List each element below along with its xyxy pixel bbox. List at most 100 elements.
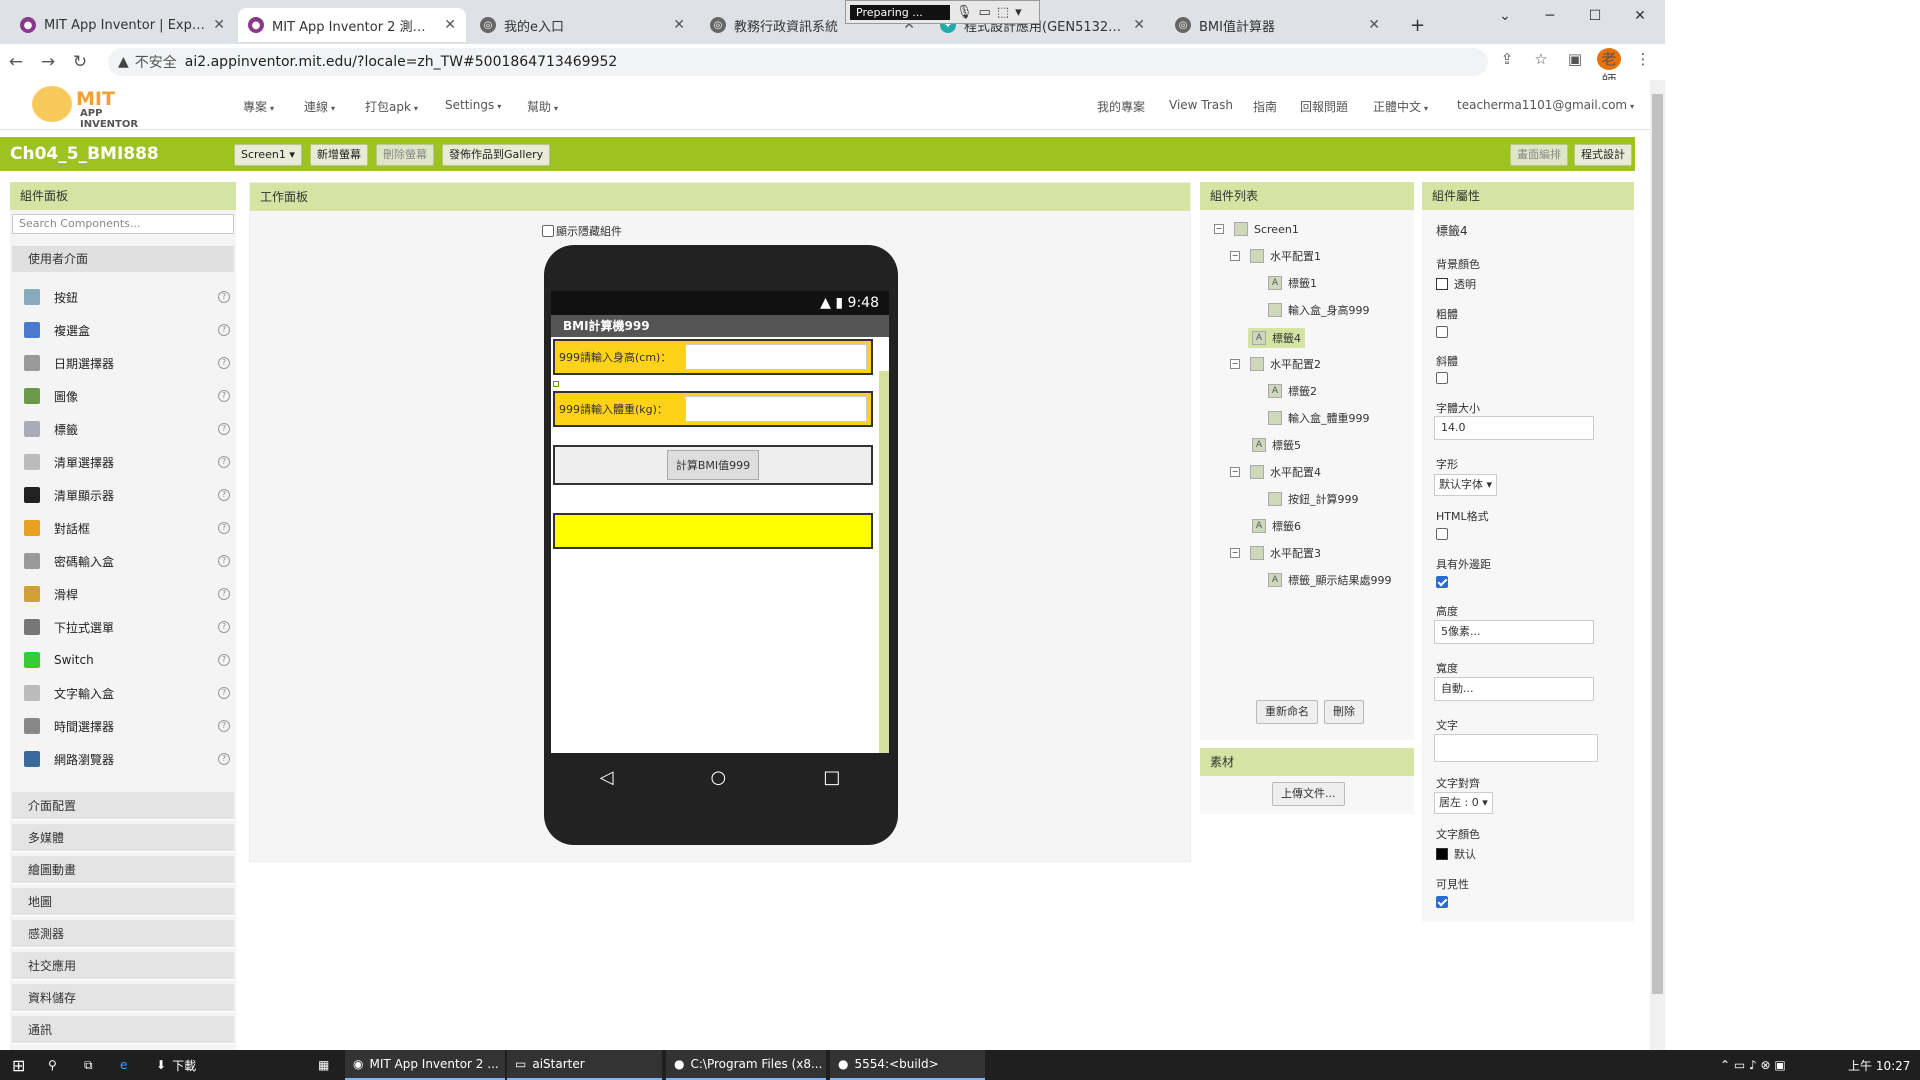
palette-item-label[interactable]: 標籤? (24, 416, 234, 442)
menu-project[interactable]: 專案 ▾ (243, 98, 274, 115)
height-input[interactable] (685, 344, 867, 370)
tab-search-icon[interactable]: ⌄ (1485, 4, 1525, 28)
help-icon[interactable]: ? (218, 588, 230, 600)
taskbar-program-files[interactable]: ● C:\Program Files (x8... (666, 1050, 826, 1080)
help-icon[interactable]: ? (218, 687, 230, 699)
help-icon[interactable]: ? (218, 522, 230, 534)
tree-node[interactable]: − 水平配置4 (1230, 464, 1321, 480)
tab-e-portal[interactable]: ◎ 我的e入口 ✕ (470, 8, 695, 42)
region-icon[interactable]: ⬚ (997, 5, 1009, 20)
guide-link[interactable]: 指南 (1253, 98, 1277, 115)
app-inventor-logo[interactable]: MIT APP INVENTOR (30, 84, 160, 130)
close-tab-icon[interactable]: ✕ (1133, 17, 1145, 33)
margin-checkbox[interactable] (1436, 576, 1448, 588)
microphone-icon[interactable]: 🎙 (956, 5, 973, 20)
palette-item-image[interactable]: 圖像? (24, 383, 234, 409)
category-storage[interactable]: 資料儲存 (12, 984, 234, 1012)
designer-button[interactable]: 畫面編排 (1510, 144, 1568, 166)
tree-node[interactable]: − 水平配置1 (1230, 248, 1321, 264)
help-icon[interactable]: ? (218, 555, 230, 567)
help-icon[interactable]: ? (218, 753, 230, 765)
palette-item-notifier[interactable]: 對話框? (24, 515, 234, 541)
more-menu-icon[interactable]: ⋮ (1631, 50, 1655, 68)
category-drawing[interactable]: 繪圖動畫 (12, 856, 234, 884)
publish-gallery-button[interactable]: 發佈作品到Gallery (442, 144, 551, 166)
help-icon[interactable]: ? (218, 456, 230, 468)
tree-node[interactable]: − 水平配置3 (1230, 545, 1321, 561)
visible-checkbox[interactable] (1436, 896, 1448, 908)
bold-checkbox[interactable] (1436, 326, 1448, 338)
bookmark-star-icon[interactable]: ☆ (1529, 50, 1553, 68)
tree-node[interactable]: 按鈕_計算999 (1268, 491, 1359, 507)
profile-avatar[interactable]: 老師 (1597, 48, 1621, 90)
share-icon[interactable]: ⇪ (1495, 50, 1519, 68)
report-issue-link[interactable]: 回報問題 (1300, 98, 1348, 115)
tab-bmi[interactable]: ◎ BMI值計算器 ✕ (1165, 8, 1390, 42)
help-icon[interactable]: ? (218, 423, 230, 435)
horizontal-arrangement-1[interactable]: 999請輸入身高(cm)： (553, 339, 873, 375)
taskbar-emulator[interactable]: ● 5554:<build> (830, 1050, 985, 1080)
system-tray-icons[interactable]: ⌃ ▭ ♪ ⊗ ▣ (1712, 1050, 1794, 1080)
palette-item-timepicker[interactable]: 時間選擇器? (24, 713, 234, 739)
new-tab-button[interactable]: + (1400, 8, 1436, 42)
category-media[interactable]: 多媒體 (12, 824, 234, 852)
weight-input[interactable] (685, 396, 867, 422)
help-icon[interactable]: ? (218, 654, 230, 666)
palette-item-switch[interactable]: Switch? (24, 647, 234, 673)
menu-connect[interactable]: 連線 ▾ (304, 98, 335, 115)
camera-icon[interactable]: ▭ (979, 5, 991, 20)
tree-node[interactable]: A 標籤6 (1252, 518, 1301, 534)
tree-node[interactable]: A 標籤5 (1252, 437, 1301, 453)
reload-icon[interactable]: ↻ (64, 52, 96, 72)
tree-node-selected[interactable]: A 標籤4 (1248, 328, 1305, 348)
palette-item-webviewer[interactable]: 網路瀏覽器? (24, 746, 234, 772)
close-window-button[interactable]: ✕ (1620, 4, 1660, 28)
category-layout[interactable]: 介面配置 (12, 792, 234, 820)
palette-item-listpicker[interactable]: 清單選擇器? (24, 449, 234, 475)
width-input[interactable]: 自動... (1434, 677, 1594, 701)
font-size-input[interactable]: 14.0 (1434, 416, 1594, 440)
close-tab-icon[interactable]: ✕ (673, 17, 685, 33)
my-projects-link[interactable]: 我的專案 (1097, 98, 1145, 115)
text-align-select[interactable]: 居左 : 0 ▾ (1434, 792, 1493, 814)
palette-item-checkbox[interactable]: 複選盒? (24, 317, 234, 343)
view-trash-link[interactable]: View Trash (1169, 98, 1233, 112)
help-icon[interactable]: ? (218, 324, 230, 336)
help-icon[interactable]: ? (218, 720, 230, 732)
tree-node[interactable]: A 標籤_顯示結果處999 (1268, 572, 1392, 588)
delete-button[interactable]: 刪除 (1324, 700, 1364, 724)
upload-file-button[interactable]: 上傳文件... (1272, 782, 1345, 806)
help-icon[interactable]: ? (218, 621, 230, 633)
blocks-button[interactable]: 程式設計 (1574, 144, 1632, 166)
tree-node[interactable]: − Screen1 (1214, 222, 1299, 236)
remove-screen-button[interactable]: 刪除螢幕 (376, 144, 434, 166)
category-user-interface[interactable]: 使用者介面 (12, 246, 234, 272)
menu-settings[interactable]: Settings ▾ (445, 98, 501, 112)
taskbar-clock[interactable]: 上午 10:27 (1840, 1050, 1918, 1080)
help-icon[interactable]: ? (218, 390, 230, 402)
page-scrollbar[interactable] (1650, 80, 1665, 1050)
rename-button[interactable]: 重新命名 (1256, 700, 1318, 724)
category-social[interactable]: 社交應用 (12, 952, 234, 980)
windows-start-icon[interactable]: ⊞ (4, 1050, 33, 1080)
show-hidden-checkbox[interactable]: 顯示隱藏組件 (542, 223, 622, 239)
close-tab-icon[interactable]: ✕ (444, 17, 456, 33)
tab-explore[interactable]: ● MIT App Inventor | Explore MI ✕ (10, 8, 235, 42)
forward-icon[interactable]: → (32, 52, 64, 72)
scrollbar-thumb[interactable] (1652, 94, 1663, 994)
horizontal-arrangement-2[interactable]: 999請輸入體重(kg)： (553, 391, 873, 427)
palette-item-listview[interactable]: 清單顯示器? (24, 482, 234, 508)
tree-node[interactable]: A 標籤2 (1268, 383, 1317, 399)
minimize-button[interactable]: ─ (1530, 4, 1570, 28)
text-area[interactable] (1434, 734, 1598, 762)
add-screen-button[interactable]: 新增螢幕 (310, 144, 368, 166)
chevron-down-icon[interactable]: ▾ (1015, 5, 1022, 20)
taskbar-downloads[interactable]: ⬇ 下載 (148, 1050, 204, 1080)
menu-help[interactable]: 幫助 ▾ (527, 98, 558, 115)
calc-bmi-button[interactable]: 計算BMI值999 (666, 450, 760, 480)
tree-node[interactable]: 輸入盒_身高999 (1268, 302, 1370, 318)
account-menu[interactable]: teacherma1101@gmail.com ▾ (1457, 98, 1634, 112)
html-format-checkbox[interactable] (1436, 528, 1448, 540)
edge-icon[interactable]: e (112, 1050, 135, 1080)
help-icon[interactable]: ? (218, 357, 230, 369)
